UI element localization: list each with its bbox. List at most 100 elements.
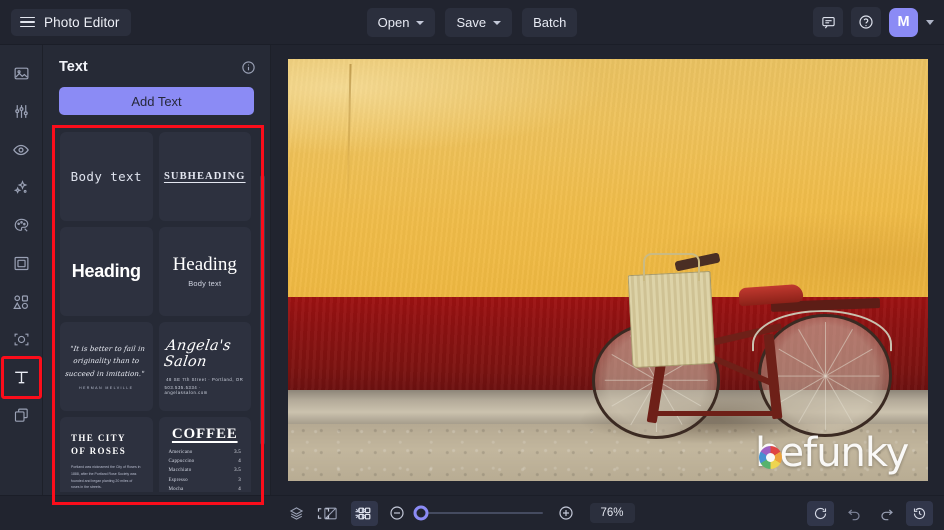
menu-item-name: Americano <box>169 450 193 455</box>
menu-item: Macchiato 3.5 <box>169 468 242 473</box>
text-template-city-of-roses[interactable]: THE CITY OF ROSES Portland was nicknamed… <box>60 417 153 492</box>
menu-item: Americano 3.5 <box>169 450 242 455</box>
history-button[interactable] <box>906 501 933 526</box>
template-address-line: 48 SE 7th Street · Portland, OR <box>166 377 243 382</box>
template-contact-line: 503.535.5334 · angelassalon.com <box>165 385 246 395</box>
collapse-icon <box>353 506 368 521</box>
menu-item: Espresso 3 <box>169 478 242 483</box>
reset-button[interactable] <box>807 501 834 526</box>
sidebar-item-overlays[interactable] <box>5 323 38 356</box>
bottom-toolbar: 76% <box>0 495 944 530</box>
fit-screen-button[interactable] <box>310 501 337 526</box>
redo-icon <box>879 505 895 521</box>
batch-button[interactable]: Batch <box>522 8 577 37</box>
basket <box>628 271 716 368</box>
sidebar-item-frames[interactable] <box>5 247 38 280</box>
shrink-button[interactable] <box>347 501 374 526</box>
main-body: Text Add Text Body text SUBHEADING Headi… <box>0 45 944 495</box>
template-label: Heading <box>72 261 141 282</box>
template-label: Angela's Salon <box>162 338 247 370</box>
layers-copy-icon <box>13 407 30 424</box>
chainstay <box>656 411 778 416</box>
chevron-down-icon[interactable] <box>926 20 934 25</box>
text-t-icon <box>12 368 31 387</box>
menu-item-price: 3.5 <box>234 450 241 455</box>
layers-icon <box>289 506 304 521</box>
zoom-slider[interactable] <box>421 512 543 514</box>
coffee-menu-list: Americano 3.5 Cappuccino 4 Macchiato 3.5 <box>169 450 242 492</box>
save-label: Save <box>456 15 486 30</box>
avatar[interactable]: M <box>889 8 918 37</box>
menu-item-name: Mocha <box>169 487 184 492</box>
info-icon[interactable] <box>241 60 256 75</box>
fit-screen-icon <box>316 506 331 521</box>
add-text-button[interactable]: Add Text <box>59 87 254 115</box>
feedback-button[interactable] <box>813 7 843 37</box>
photo-canvas[interactable]: befunky <box>288 59 928 481</box>
undo-icon <box>846 505 862 521</box>
top-right-actions: M <box>813 7 944 37</box>
chevron-down-icon <box>416 21 424 25</box>
image-icon <box>13 65 30 82</box>
sidebar-item-layers[interactable] <box>5 399 38 432</box>
frame-icon <box>13 255 30 272</box>
template-body-text: Portland was nicknamed the City of Roses… <box>71 464 142 491</box>
template-label: Body text <box>71 169 142 184</box>
sidebar-item-effects[interactable] <box>5 171 38 204</box>
history-controls <box>807 501 944 526</box>
eye-icon <box>12 141 30 159</box>
history-icon <box>912 506 927 521</box>
text-template-body-text[interactable]: Body text <box>60 132 153 221</box>
sidebar-item-touch-up[interactable] <box>5 133 38 166</box>
template-label: THE CITY OF ROSES <box>71 432 142 458</box>
sidebar-item-edit[interactable] <box>5 95 38 128</box>
template-label: Heading <box>173 255 237 274</box>
text-template-subheading[interactable]: SUBHEADING <box>159 132 252 221</box>
reset-icon <box>813 506 828 521</box>
layers-button[interactable] <box>283 501 310 526</box>
tool-rail <box>0 45 43 495</box>
panel-title: Text <box>59 59 88 75</box>
text-template-quote[interactable]: "It is better to fail in originality tha… <box>60 322 153 411</box>
hamburger-icon <box>20 17 35 28</box>
template-quote-attribution: HERMAN MELVILLE <box>79 386 133 390</box>
undo-button[interactable] <box>840 501 867 526</box>
text-template-heading-serif[interactable]: Heading Body text <box>159 227 252 316</box>
menu-item-price: 3.5 <box>234 468 241 473</box>
chat-icon <box>821 15 836 30</box>
menu-item-name: Macchiato <box>169 468 192 473</box>
sidebar-item-text[interactable] <box>5 361 38 394</box>
open-button[interactable]: Open <box>367 8 436 37</box>
sidebar-item-graphics[interactable] <box>5 285 38 318</box>
text-templates-grid[interactable]: Body text SUBHEADING Heading Heading Bod… <box>55 128 261 492</box>
sparkles-icon <box>12 179 30 197</box>
zoom-level-value[interactable]: 76% <box>590 503 635 523</box>
open-label: Open <box>378 15 410 30</box>
shapes-icon <box>12 293 30 311</box>
top-center-actions: Open Save Batch <box>0 0 944 45</box>
zoom-in-button[interactable] <box>553 501 580 526</box>
watermark: befunky <box>755 433 908 473</box>
panel-header: Text <box>43 45 270 83</box>
help-button[interactable] <box>851 7 881 37</box>
wall-crack <box>347 64 352 212</box>
redo-button[interactable] <box>873 501 900 526</box>
template-label: COFFEE <box>172 426 238 443</box>
app-title: Photo Editor <box>44 15 120 30</box>
text-template-salon[interactable]: Angela's Salon 48 SE 7th Street · Portla… <box>159 322 252 411</box>
photo-editor-app: Photo Editor Open Save Batch <box>0 0 944 530</box>
text-template-coffee-menu[interactable]: COFFEE Americano 3.5 Cappuccino 4 <box>159 417 252 492</box>
question-circle-icon <box>858 14 874 30</box>
sliders-icon <box>13 103 30 120</box>
zoom-out-button[interactable] <box>384 501 411 526</box>
sidebar-item-image[interactable] <box>5 57 38 90</box>
save-button[interactable]: Save <box>445 8 512 37</box>
text-template-heading-bold[interactable]: Heading <box>60 227 153 316</box>
zoom-slider-handle[interactable] <box>413 506 428 521</box>
sidebar-item-artsy[interactable] <box>5 209 38 242</box>
menu-item-name: Cappuccino <box>169 459 195 464</box>
zoom-in-icon <box>558 505 574 521</box>
canvas-area[interactable]: befunky <box>271 45 944 495</box>
app-menu-button[interactable]: Photo Editor <box>11 9 131 36</box>
panel-scrollbar[interactable] <box>260 175 265 445</box>
